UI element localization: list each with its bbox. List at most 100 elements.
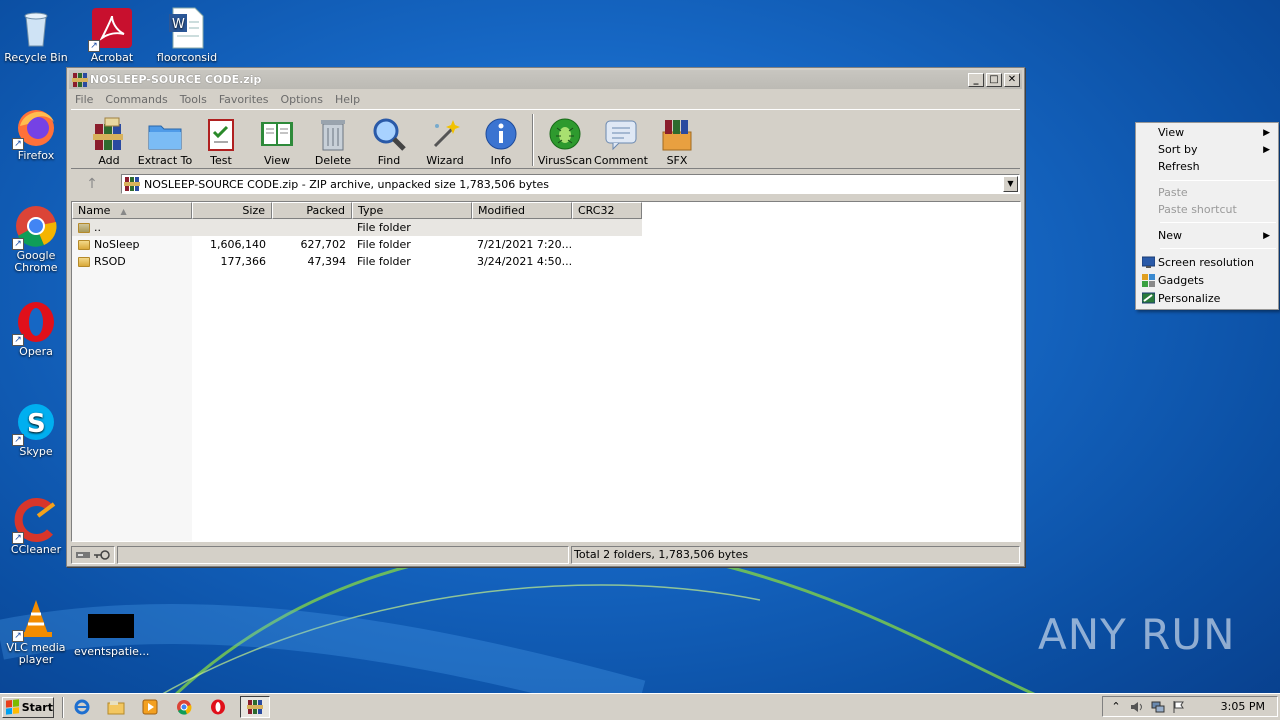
desktop-icon-opera[interactable]: ↗ Opera: [0, 300, 72, 358]
acrobat-icon: ↗: [88, 6, 134, 52]
add-button[interactable]: Add: [81, 110, 137, 167]
desktop-icon-eventspatie[interactable]: eventspatie...: [74, 612, 149, 658]
test-clipboard-icon: [203, 116, 239, 152]
opera-quicklaunch[interactable]: [206, 696, 230, 718]
menu-favorites[interactable]: Favorites: [213, 93, 275, 106]
comment-button[interactable]: Comment: [593, 110, 649, 167]
sort-ascending-icon: ▲: [120, 207, 127, 216]
show-hidden-icons-chevron-icon[interactable]: ⌃: [1108, 699, 1124, 715]
context-item-refresh[interactable]: Refresh: [1138, 158, 1276, 176]
gadgets-icon: [1142, 274, 1155, 287]
svg-text:S: S: [27, 409, 46, 439]
menu-separator: [1160, 248, 1276, 249]
shortcut-arrow-icon: ↗: [12, 434, 24, 446]
explorer-quicklaunch[interactable]: [104, 696, 128, 718]
shortcut-arrow-icon: ↗: [88, 40, 100, 52]
desktop-icon-vlc[interactable]: ↗ VLC media player: [0, 596, 72, 666]
context-item-gadgets[interactable]: Gadgets: [1138, 272, 1276, 290]
black-thumbnail-icon: [88, 612, 134, 640]
winrar-taskbar-button[interactable]: [240, 696, 270, 718]
folder-icon: [78, 256, 90, 267]
dropdown-arrow-icon[interactable]: ▼: [1003, 176, 1018, 192]
extract-to-button[interactable]: Extract To: [137, 110, 193, 167]
desktop-icon-chrome[interactable]: ↗ Google Chrome: [0, 204, 72, 274]
network-icon[interactable]: [1150, 699, 1166, 715]
action-center-flag-icon[interactable]: [1171, 699, 1187, 715]
window-titlebar[interactable]: NOSLEEP-SOURCE CODE.zip _ □ ✕: [69, 70, 1022, 89]
info-button[interactable]: Info: [473, 110, 529, 167]
column-header-name[interactable]: Name ▲: [72, 202, 192, 219]
test-button[interactable]: Test: [193, 110, 249, 167]
menu-separator: [1160, 180, 1276, 181]
delete-button[interactable]: Delete: [305, 110, 361, 167]
menu-commands[interactable]: Commands: [99, 93, 173, 106]
desktop-icon-acrobat[interactable]: ↗ Acrobat: [76, 6, 148, 64]
context-item-sort-by[interactable]: Sort by ▶: [1138, 141, 1276, 159]
column-header-modified[interactable]: Modified: [472, 202, 572, 219]
column-header-size[interactable]: Size: [192, 202, 272, 219]
close-button[interactable]: ✕: [1004, 72, 1020, 87]
desktop-context-menu: View ▶ Sort by ▶ Refresh Paste Paste short…: [1135, 122, 1279, 310]
table-row[interactable]: NoSleep 1,606,140 627,702 File folder 7/…: [72, 236, 642, 253]
volume-icon[interactable]: [1129, 699, 1145, 715]
column-header-packed[interactable]: Packed: [272, 202, 352, 219]
shortcut-arrow-icon: ↗: [12, 630, 24, 642]
column-header-crc32[interactable]: CRC32: [572, 202, 642, 219]
desktop-icon-firefox[interactable]: ↗ Firefox: [0, 104, 72, 162]
virusscan-button[interactable]: VirusScan: [537, 110, 593, 167]
menu-tools[interactable]: Tools: [174, 93, 213, 106]
opera-icon: [211, 699, 225, 715]
menu-file[interactable]: File: [69, 93, 99, 106]
ccleaner-icon: ↗: [12, 498, 58, 544]
context-item-personalize[interactable]: Personalize: [1138, 290, 1276, 308]
view-button[interactable]: View: [249, 110, 305, 167]
column-header-type[interactable]: Type: [352, 202, 472, 219]
minimize-button[interactable]: _: [968, 72, 984, 87]
file-list-header: Name ▲ Size Packed Type Modified CRC32: [72, 202, 642, 219]
magnifier-icon: [371, 116, 407, 152]
chrome-quicklaunch[interactable]: [172, 696, 196, 718]
submenu-arrow-icon: ▶: [1263, 231, 1270, 241]
drive-icon: [76, 552, 90, 558]
status-pane-empty: [117, 546, 569, 564]
context-item-new[interactable]: New ▶: [1138, 227, 1276, 245]
context-item-paste: Paste: [1158, 186, 1188, 199]
chrome-icon: ↗: [12, 204, 58, 250]
table-row[interactable]: .. File folder: [72, 219, 642, 236]
toolbar-separator: [532, 114, 534, 166]
maximize-button[interactable]: □: [986, 72, 1002, 87]
menu-options[interactable]: Options: [275, 93, 329, 106]
chrome-icon: [177, 700, 192, 715]
winrar-window: NOSLEEP-SOURCE CODE.zip _ □ ✕ File Comma…: [66, 67, 1025, 567]
media-player-icon: [142, 699, 158, 715]
menu-help[interactable]: Help: [329, 93, 366, 106]
sfx-button[interactable]: SFX: [649, 110, 705, 167]
media-player-quicklaunch[interactable]: [138, 696, 162, 718]
file-list: Name ▲ Size Packed Type Modified CRC32 ..…: [71, 201, 1021, 542]
find-button[interactable]: Find: [361, 110, 417, 167]
folder-up-icon: [78, 222, 90, 233]
context-item-screen-resolution[interactable]: Screen resolution: [1138, 254, 1276, 272]
desktop-icon-recycle-bin[interactable]: Recycle Bin: [0, 6, 72, 64]
desktop-icon-ccleaner[interactable]: ↗ CCleaner: [0, 498, 72, 556]
archive-path-combobox[interactable]: NOSLEEP-SOURCE CODE.zip - ZIP archive, u…: [121, 174, 1020, 194]
context-item-paste-shortcut: Paste shortcut: [1158, 203, 1237, 216]
folder-library-icon: [107, 701, 125, 715]
ie-quicklaunch[interactable]: [70, 696, 94, 718]
shortcut-arrow-icon: ↗: [12, 334, 24, 346]
desktop-icon-skype[interactable]: S ↗ Skype: [0, 400, 72, 458]
table-row[interactable]: RSOD 177,366 47,394 File folder 3/24/202…: [72, 253, 642, 270]
status-bar: Total 2 folders, 1,783,506 bytes: [71, 546, 1020, 564]
monitor-icon: [1141, 256, 1156, 269]
up-arrow-icon[interactable]: ↑: [79, 174, 105, 194]
svg-text:W: W: [172, 17, 185, 32]
add-archive-icon: [91, 116, 127, 152]
start-button[interactable]: Start: [2, 696, 54, 718]
window-title: NOSLEEP-SOURCE CODE.zip: [90, 73, 262, 86]
sfx-box-icon: [659, 116, 695, 152]
address-bar: ↑ NOSLEEP-SOURCE CODE.zip - ZIP archive,…: [71, 172, 1020, 196]
wizard-button[interactable]: Wizard: [417, 110, 473, 167]
context-item-view[interactable]: View ▶: [1138, 124, 1276, 142]
desktop-icon-floorconsid[interactable]: W floorconsid: [151, 6, 223, 64]
clock[interactable]: 3:05 PM: [1221, 700, 1265, 713]
